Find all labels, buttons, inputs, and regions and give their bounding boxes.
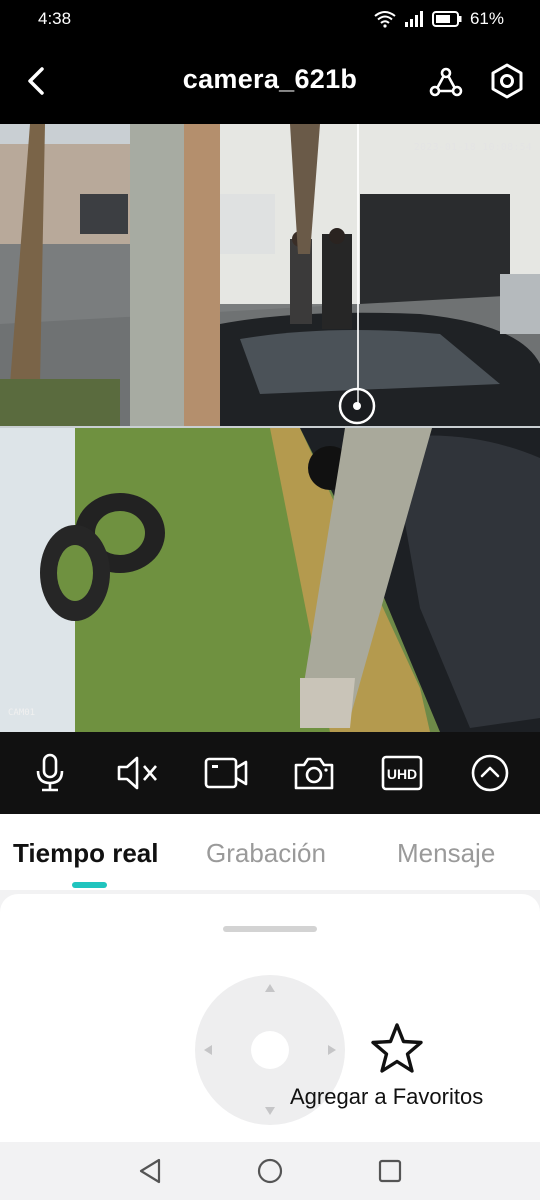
tab-tiempo-real[interactable]: Tiempo real xyxy=(13,838,158,869)
camera-view-bottom xyxy=(0,428,540,732)
signal-icon xyxy=(404,11,423,27)
camera-view-top xyxy=(0,124,540,426)
microphone-button[interactable] xyxy=(28,751,72,795)
tab-mensaje[interactable]: Mensaje xyxy=(397,838,495,869)
app-header: camera_621b xyxy=(0,38,540,124)
video-feed[interactable]: 2023-01-18 10:08:54 CAM01 xyxy=(0,124,540,732)
status-time: 4:38 xyxy=(38,9,72,28)
status-icons: 61% xyxy=(374,9,504,29)
uhd-text: UHD xyxy=(387,766,417,782)
uhd-icon: UHD xyxy=(381,755,423,791)
nav-back-button[interactable] xyxy=(135,1156,165,1186)
drag-handle[interactable] xyxy=(223,926,317,932)
share-icon[interactable] xyxy=(428,64,464,100)
battery-icon xyxy=(431,11,462,27)
nav-back-icon xyxy=(139,1158,161,1184)
mute-button[interactable] xyxy=(116,751,160,795)
system-nav-bar xyxy=(0,1142,540,1200)
add-favorites-button[interactable]: Agregar a Favoritos xyxy=(290,1022,520,1122)
tab-grabacion[interactable]: Grabación xyxy=(206,838,326,869)
tab-indicator xyxy=(72,882,107,888)
nav-recents-button[interactable] xyxy=(375,1156,405,1186)
split-divider xyxy=(357,124,359,404)
wifi-icon xyxy=(374,11,396,28)
control-bar: UHD xyxy=(0,732,540,814)
tab-bar: Tiempo real Grabación Mensaje xyxy=(0,814,540,891)
expand-icon xyxy=(471,754,509,792)
mute-icon xyxy=(117,756,157,790)
battery-level: 61% xyxy=(469,9,504,28)
record-icon xyxy=(204,757,248,789)
status-bar: 4:38 61% xyxy=(0,0,540,38)
record-button[interactable] xyxy=(204,751,248,795)
add-favorites-label: Agregar a Favoritos xyxy=(290,1084,484,1109)
joystick-center[interactable] xyxy=(251,1031,289,1069)
nav-recents-icon xyxy=(378,1159,402,1183)
uhd-button[interactable]: UHD xyxy=(380,751,424,795)
arrow-down-icon[interactable] xyxy=(264,1106,276,1116)
star-icon xyxy=(371,1023,423,1073)
settings-icon[interactable] xyxy=(488,62,526,100)
snapshot-button[interactable] xyxy=(292,751,336,795)
arrow-up-icon[interactable] xyxy=(264,983,276,993)
nav-home-button[interactable] xyxy=(255,1156,285,1186)
nav-home-icon xyxy=(257,1158,283,1184)
camera-label: CAM01 xyxy=(8,708,36,718)
video-timestamp: 2023-01-18 10:08:54 xyxy=(413,142,532,153)
split-handle-icon[interactable] xyxy=(337,386,377,426)
expand-button[interactable] xyxy=(468,751,512,795)
arrow-left-icon[interactable] xyxy=(203,1044,213,1056)
ptz-panel: Agregar a Favoritos xyxy=(0,894,540,1142)
microphone-icon xyxy=(36,753,64,792)
snapshot-icon xyxy=(294,757,334,790)
